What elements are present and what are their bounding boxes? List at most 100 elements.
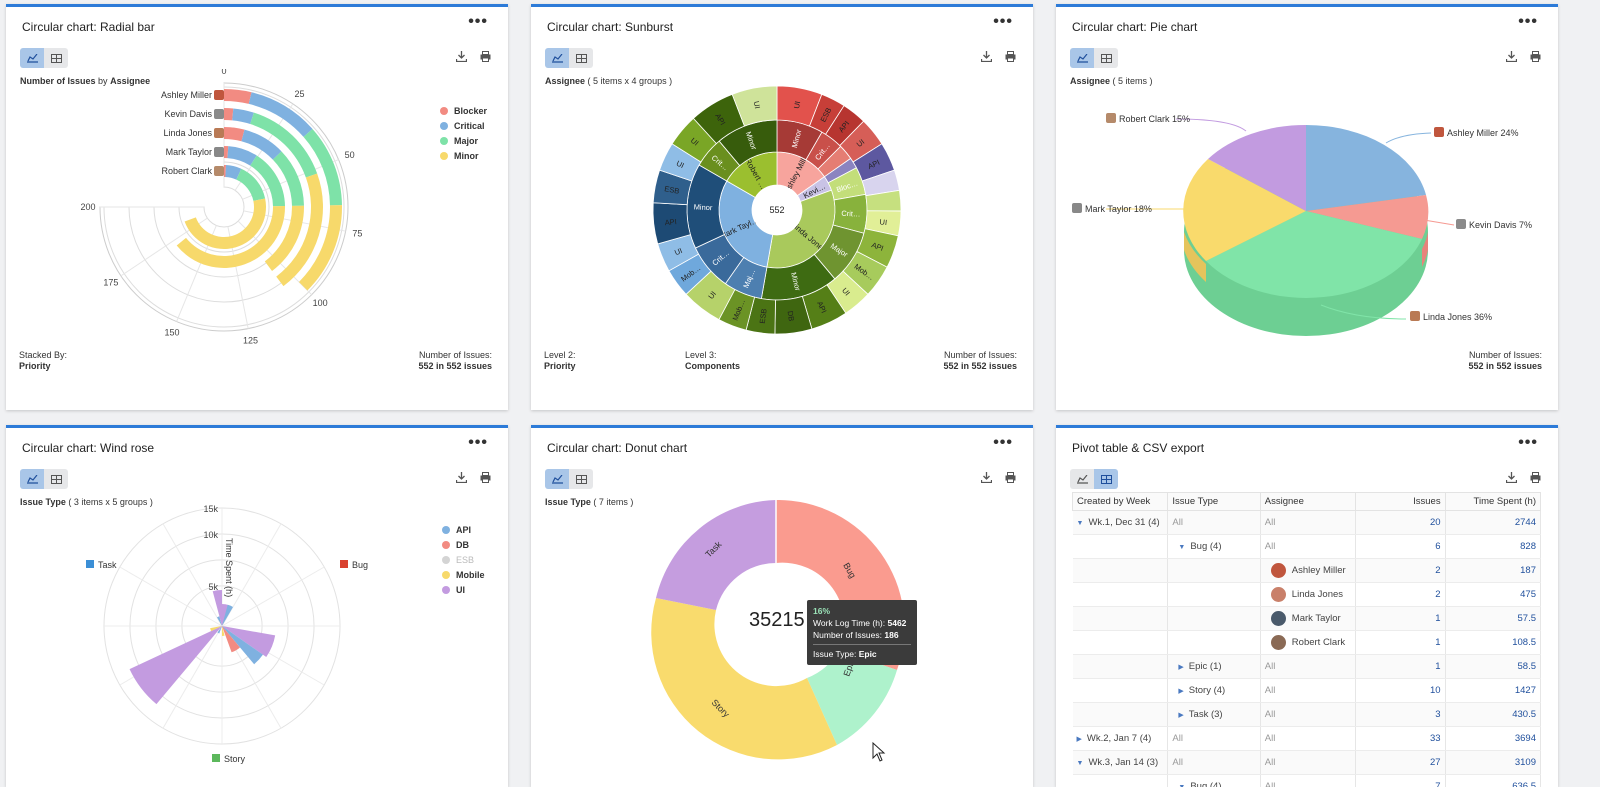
chart-view-button[interactable] [545, 469, 569, 489]
table-view-button[interactable] [1094, 469, 1118, 489]
table-view-button[interactable] [569, 469, 593, 489]
table-row[interactable]: Mark Taylor157.5 [1073, 607, 1541, 631]
table-row[interactable]: ▶Task (3)All3430.5 [1073, 703, 1541, 727]
cell-issues[interactable]: 1 [1356, 655, 1445, 679]
legend-item[interactable]: UI [442, 582, 485, 597]
table-view-button[interactable] [569, 48, 593, 68]
more-menu-button[interactable]: ••• [1518, 434, 1538, 452]
radial-bar-segment[interactable] [224, 108, 233, 120]
cell-time-spent[interactable]: 1427 [1445, 679, 1540, 703]
column-header[interactable]: Time Spent (h) [1445, 493, 1540, 511]
table-row[interactable]: ▶Wk.2, Jan 7 (4)AllAll333694 [1073, 727, 1541, 751]
cell-time-spent[interactable]: 828 [1445, 535, 1540, 559]
legend-item[interactable]: Minor [440, 148, 487, 163]
chart-view-button[interactable] [1070, 48, 1094, 68]
expand-caret-icon[interactable]: ▼ [1178, 544, 1185, 551]
legend-item[interactable]: Critical [440, 118, 487, 133]
direction-label: Story [224, 754, 246, 764]
table-row[interactable]: ▼Bug (4)All7636.5 [1073, 775, 1541, 787]
expand-caret-icon[interactable]: ▶ [1178, 711, 1183, 719]
table-view-button[interactable] [44, 48, 68, 68]
download-icon[interactable] [454, 48, 468, 64]
print-icon[interactable] [1003, 469, 1017, 485]
column-header[interactable]: Issues [1356, 493, 1445, 511]
legend-item[interactable]: DB [442, 537, 485, 552]
download-icon[interactable] [1504, 48, 1518, 64]
more-menu-button[interactable]: ••• [468, 13, 488, 31]
donut-segment-task[interactable] [656, 500, 776, 610]
radial-bar-segment[interactable] [232, 108, 254, 124]
cell-issues[interactable]: 3 [1356, 703, 1445, 727]
pie-label: Linda Jones 36% [1423, 312, 1492, 322]
cell-issues[interactable]: 20 [1356, 511, 1445, 535]
expand-caret-icon[interactable]: ▼ [1077, 760, 1084, 767]
cell-time-spent[interactable]: 3109 [1445, 751, 1540, 775]
table-row[interactable]: ▶Epic (1)All158.5 [1073, 655, 1541, 679]
cell-time-spent[interactable]: 187 [1445, 559, 1540, 583]
legend-item[interactable]: ESB [442, 552, 485, 567]
cell-time-spent[interactable]: 636.5 [1445, 775, 1540, 787]
cell-issues[interactable]: 6 [1356, 535, 1445, 559]
table-row[interactable]: ▼Bug (4)All6828 [1073, 535, 1541, 559]
cell-time-spent[interactable]: 58.5 [1445, 655, 1540, 679]
radial-bar-segment[interactable] [224, 127, 245, 141]
chart-view-button[interactable] [20, 48, 44, 68]
legend-item[interactable]: Blocker [440, 103, 487, 118]
cell-issues[interactable]: 33 [1356, 727, 1445, 751]
chart-icon [552, 475, 563, 483]
download-icon[interactable] [1504, 469, 1518, 485]
print-icon[interactable] [1528, 469, 1542, 485]
more-menu-button[interactable]: ••• [993, 13, 1013, 31]
table-view-button[interactable] [1094, 48, 1118, 68]
cell-time-spent[interactable]: 57.5 [1445, 607, 1540, 631]
legend-item[interactable]: Mobile [442, 567, 485, 582]
download-icon[interactable] [979, 469, 993, 485]
footer-issue-count: Number of Issues:552 in 552 issues [418, 350, 492, 372]
expand-caret-icon[interactable]: ▶ [1178, 663, 1183, 671]
cell-issues[interactable]: 10 [1356, 679, 1445, 703]
cell-time-spent[interactable]: 430.5 [1445, 703, 1540, 727]
cell-issues[interactable]: 27 [1356, 751, 1445, 775]
column-header[interactable]: Assignee [1260, 493, 1355, 511]
cell-time-spent[interactable]: 3694 [1445, 727, 1540, 751]
cell-issues[interactable]: 1 [1356, 631, 1445, 655]
table-row[interactable]: Linda Jones2475 [1073, 583, 1541, 607]
wind-rose-petal[interactable] [213, 590, 222, 626]
more-menu-button[interactable]: ••• [1518, 13, 1538, 31]
radial-bar-segment[interactable] [224, 89, 252, 104]
table-row[interactable]: ▼Wk.3, Jan 14 (3)AllAll273109 [1073, 751, 1541, 775]
cell-issues[interactable]: 2 [1356, 559, 1445, 583]
pie-chart: Ashley Miller 24% Kevin Davis 7% Linda J… [1056, 87, 1558, 367]
cell-time-spent[interactable]: 475 [1445, 583, 1540, 607]
cell-issues[interactable]: 7 [1356, 775, 1445, 787]
cell-issues[interactable]: 1 [1356, 607, 1445, 631]
more-menu-button[interactable]: ••• [468, 434, 488, 452]
expand-caret-icon[interactable]: ▶ [1077, 735, 1082, 743]
legend-item[interactable]: API [442, 522, 485, 537]
download-icon[interactable] [979, 48, 993, 64]
table-row[interactable]: ▼Wk.1, Dec 31 (4)AllAll202744 [1073, 511, 1541, 535]
print-icon[interactable] [1528, 48, 1542, 64]
table-row[interactable]: Robert Clark1108.5 [1073, 631, 1541, 655]
cell-time-spent[interactable]: 108.5 [1445, 631, 1540, 655]
column-header[interactable]: Created by Week [1073, 493, 1168, 511]
cell-issues[interactable]: 2 [1356, 583, 1445, 607]
legend-item[interactable]: Major [440, 133, 487, 148]
wind-rose-petal[interactable] [130, 626, 222, 704]
chart-view-button[interactable] [20, 469, 44, 489]
print-icon[interactable] [478, 469, 492, 485]
print-icon[interactable] [1003, 48, 1017, 64]
expand-caret-icon[interactable]: ▶ [1178, 687, 1183, 695]
more-menu-button[interactable]: ••• [993, 434, 1013, 452]
table-row[interactable]: ▶Story (4)All101427 [1073, 679, 1541, 703]
chart-legend: Blocker Critical Major Minor [440, 103, 487, 163]
chart-view-button[interactable] [1070, 469, 1094, 489]
cell-time-spent[interactable]: 2744 [1445, 511, 1540, 535]
print-icon[interactable] [478, 48, 492, 64]
table-row[interactable]: Ashley Miller2187 [1073, 559, 1541, 583]
expand-caret-icon[interactable]: ▼ [1077, 520, 1084, 527]
column-header[interactable]: Issue Type [1168, 493, 1260, 511]
chart-view-button[interactable] [545, 48, 569, 68]
download-icon[interactable] [454, 469, 468, 485]
table-view-button[interactable] [44, 469, 68, 489]
